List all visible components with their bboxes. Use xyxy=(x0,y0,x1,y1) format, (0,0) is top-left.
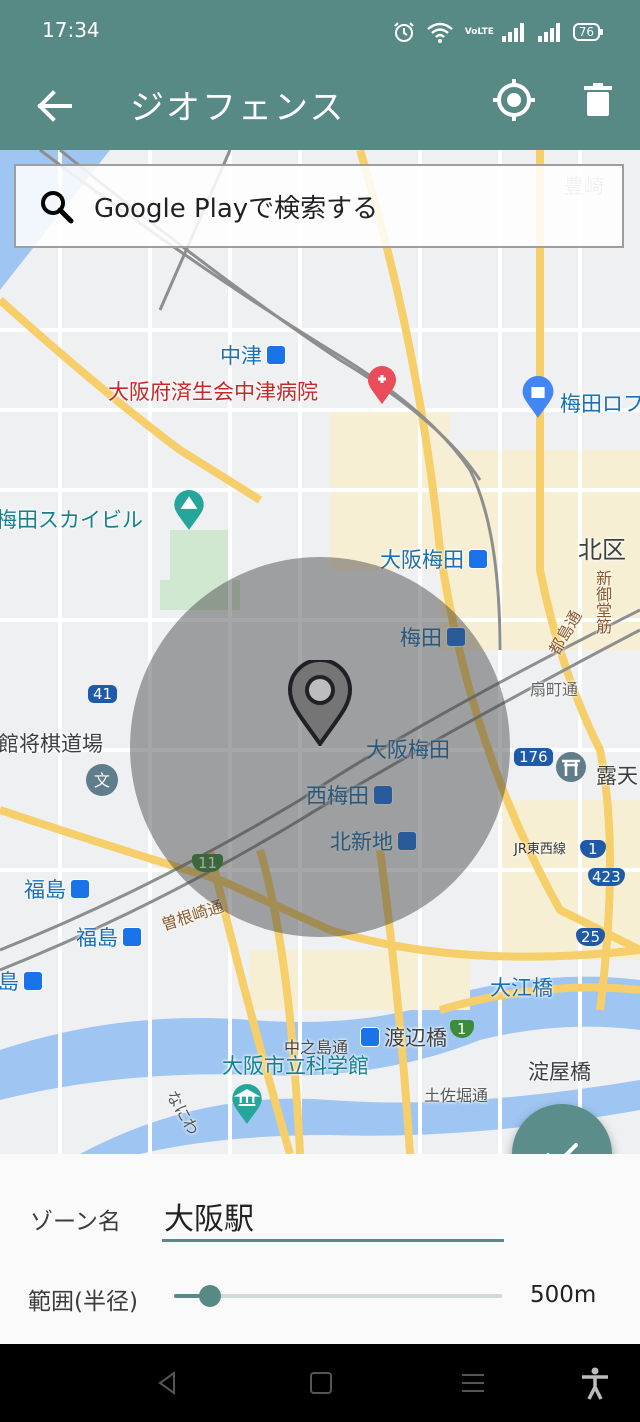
alarm-icon xyxy=(394,22,414,42)
museum-pin-icon xyxy=(232,1084,262,1124)
status-icons: VoLTE 76 xyxy=(393,20,604,44)
map-label-hospital: 大阪府済生会中津病院 xyxy=(108,380,318,404)
route-shield-25: 25 xyxy=(576,928,606,946)
route-shield-1: 1 xyxy=(580,840,606,858)
menu-lines-icon[interactable] xyxy=(458,1368,488,1398)
school-icon: 文 xyxy=(86,764,118,796)
map-label-ogimachi: 扇町通 xyxy=(530,680,579,699)
trash-icon xyxy=(584,83,612,116)
map-label-oebashi: 大江橋 xyxy=(490,976,553,1000)
delete-button[interactable] xyxy=(570,76,626,132)
home-square-icon[interactable] xyxy=(306,1368,336,1398)
hospital-pin-icon xyxy=(368,366,396,404)
back-triangle-icon[interactable] xyxy=(152,1368,182,1398)
accessibility-icon[interactable] xyxy=(578,1366,612,1400)
map-label-fukushima-3: 島 xyxy=(0,966,43,996)
geofence-form: ゾーン名 範囲(半径) 500m xyxy=(0,1154,640,1344)
shrine-icon xyxy=(556,752,586,782)
wifi-icon xyxy=(426,22,453,43)
system-nav-bar xyxy=(0,1344,640,1422)
range-value: 500m xyxy=(530,1282,597,1308)
status-time: 17:34 xyxy=(42,18,100,42)
map-pin-icon[interactable] xyxy=(288,660,352,746)
zone-name-label: ゾーン名 xyxy=(30,1209,121,1235)
my-location-button[interactable] xyxy=(486,76,542,132)
search-icon xyxy=(41,191,74,224)
battery-icon: 76 xyxy=(572,23,604,41)
map-view[interactable]: 中津 大阪府済生会中津病院 梅田ロフ 梅田スカイビル 北区 大阪梅田 新御堂筋 … xyxy=(0,150,640,1154)
map-label-umeda-loft: 梅田ロフ xyxy=(560,392,640,416)
geofence-radius-circle xyxy=(130,557,510,937)
crosshair-icon xyxy=(493,79,535,121)
back-button[interactable] xyxy=(28,78,84,134)
search-text: Google Playで検索する xyxy=(94,194,379,224)
page-title: ジオフェンス xyxy=(130,88,346,128)
map-label-shinmidosuji: 新御堂筋 xyxy=(593,570,612,634)
map-label-shogi: 館将棋道場 xyxy=(0,732,103,756)
map-label-osaka-umeda-1: 大阪梅田 xyxy=(380,544,488,574)
map-search-box[interactable]: Google Playで検索する xyxy=(14,164,624,248)
map-label-tsuyu: 露天 xyxy=(596,764,638,788)
slider-track[interactable] xyxy=(174,1294,502,1298)
slider-thumb[interactable] xyxy=(199,1285,222,1307)
shopping-pin-icon xyxy=(522,376,554,418)
signal-icon xyxy=(501,23,524,42)
radius-slider[interactable] xyxy=(174,1282,502,1310)
map-label-kitaku: 北区 xyxy=(578,536,626,564)
map-label-skybuilding: 梅田スカイビル xyxy=(0,508,143,532)
svg-text:文: 文 xyxy=(94,771,110,790)
park-pin-icon xyxy=(174,490,204,530)
map-label-fukushima-1: 福島 xyxy=(24,874,90,904)
map-label-science: 大阪市立科学館 xyxy=(222,1054,369,1078)
map-label-yodoyabashi: 淀屋橋 xyxy=(528,1060,591,1084)
route-shield-41: 41 xyxy=(88,685,118,703)
route-shield-176: 176 xyxy=(514,748,553,766)
range-label: 範囲(半径) xyxy=(28,1289,138,1315)
map-label-watanabebashi: 渡辺橋 xyxy=(360,1022,447,1052)
status-bar: 17:34 VoLTE 76 xyxy=(0,0,640,62)
route-shield-423: 423 xyxy=(588,868,625,886)
map-label-fukushima-2: 福島 xyxy=(76,922,142,952)
app-bar: ジオフェンス xyxy=(0,62,640,150)
map-label-tosabori: 土佐堀通 xyxy=(424,1086,489,1105)
zone-name-input[interactable] xyxy=(162,1192,504,1242)
arrow-left-icon xyxy=(37,90,72,122)
volte-icon: VoLTE xyxy=(464,27,494,37)
signal-icon xyxy=(537,23,560,42)
map-label-nakatsu: 中津 xyxy=(220,340,286,370)
map-label-jr-tozai: JR東西線 xyxy=(514,842,566,857)
